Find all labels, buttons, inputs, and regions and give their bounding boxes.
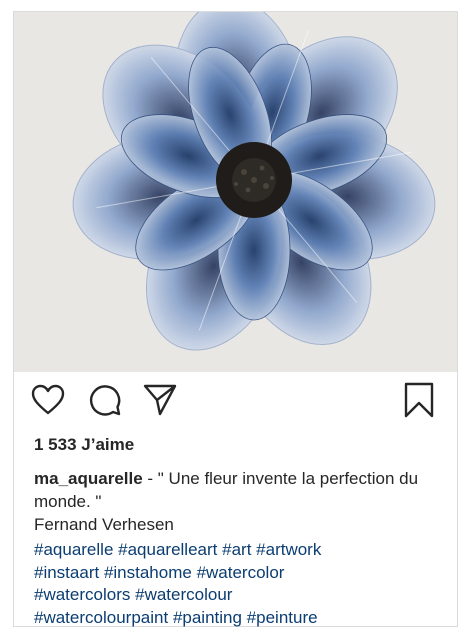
username-link[interactable]: ma_aquarelle xyxy=(34,469,143,488)
comment-button[interactable] xyxy=(87,382,123,418)
hashtag-link[interactable]: #watercolourpaint xyxy=(34,608,168,627)
hashtag-link[interactable]: #watercolor xyxy=(197,563,285,582)
hashtag-link[interactable]: #instaart xyxy=(34,563,99,582)
hashtag-link[interactable]: #instahome xyxy=(104,563,192,582)
flower-artwork xyxy=(72,12,436,351)
hashtag-link[interactable]: #art xyxy=(222,540,251,559)
hashtag-link[interactable]: #peinture xyxy=(247,608,318,627)
like-button[interactable] xyxy=(30,382,66,418)
post-image[interactable] xyxy=(14,12,457,372)
bookmark-icon xyxy=(404,382,434,418)
hashtag-link[interactable]: #aquarelle xyxy=(34,540,113,559)
share-button[interactable] xyxy=(142,382,178,418)
hashtag-link[interactable]: #aquarelleart xyxy=(118,540,217,559)
hashtag-link[interactable]: #watercolors xyxy=(34,585,130,604)
hashtag-link[interactable]: #artwork xyxy=(256,540,321,559)
comment-icon xyxy=(89,385,121,416)
post-card: 1 533 J’aime ma_aquarelle - " Une fleur … xyxy=(13,11,458,627)
hashtag-list: #aquarelle #aquarelleart #art #artwork #… xyxy=(34,539,454,629)
save-button[interactable] xyxy=(401,382,437,418)
hashtag-link[interactable]: #painting xyxy=(173,608,242,627)
like-count[interactable]: 1 533 J’aime xyxy=(34,435,134,455)
hashtag-link[interactable]: #watercolour xyxy=(135,585,232,604)
caption-author: Fernand Verhesen xyxy=(34,515,174,534)
caption: ma_aquarelle - " Une fleur invente la pe… xyxy=(34,467,444,513)
paper-plane-icon xyxy=(143,384,177,416)
action-bar xyxy=(14,382,457,420)
heart-icon xyxy=(31,384,65,415)
